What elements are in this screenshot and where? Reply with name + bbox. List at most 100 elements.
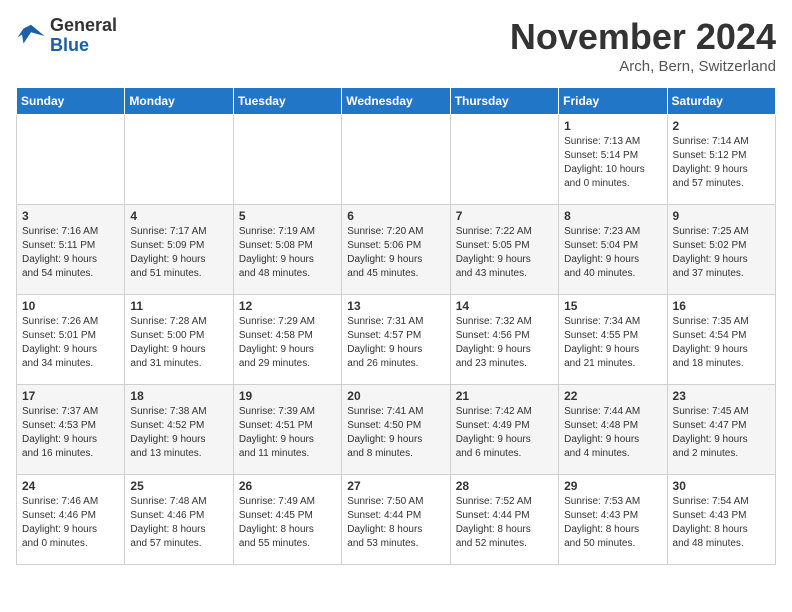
calendar-cell: 22 Sunrise: 7:44 AM Sunset: 4:48 PM Dayli… [559,385,667,475]
page-header: General Blue November 2024 Arch, Bern, S… [16,16,776,75]
weekday-header-thursday: Thursday [450,88,558,115]
calendar-cell: 27 Sunrise: 7:50 AM Sunset: 4:44 PM Dayli… [342,475,450,565]
calendar-cell: 6 Sunrise: 7:20 AM Sunset: 5:06 PM Daylig… [342,205,450,295]
day-number: 27 [347,479,444,493]
day-info: Sunrise: 7:35 AM Sunset: 4:54 PM Dayligh… [673,315,770,371]
day-number: 6 [347,209,444,223]
day-number: 10 [22,299,119,313]
day-number: 14 [456,299,553,313]
day-number: 29 [564,479,661,493]
day-number: 21 [456,389,553,403]
location: Arch, Bern, Switzerland [510,58,776,75]
day-number: 2 [673,119,770,133]
title-block: November 2024 Arch, Bern, Switzerland [510,16,776,75]
calendar-cell: 11 Sunrise: 7:28 AM Sunset: 5:00 PM Dayli… [125,295,233,385]
day-number: 18 [130,389,227,403]
logo: General Blue [16,16,117,56]
day-info: Sunrise: 7:34 AM Sunset: 4:55 PM Dayligh… [564,315,661,371]
day-number: 30 [673,479,770,493]
day-info: Sunrise: 7:52 AM Sunset: 4:44 PM Dayligh… [456,495,553,551]
calendar-cell: 18 Sunrise: 7:38 AM Sunset: 4:52 PM Dayli… [125,385,233,475]
day-info: Sunrise: 7:48 AM Sunset: 4:46 PM Dayligh… [130,495,227,551]
day-info: Sunrise: 7:17 AM Sunset: 5:09 PM Dayligh… [130,225,227,281]
day-info: Sunrise: 7:42 AM Sunset: 4:49 PM Dayligh… [456,405,553,461]
calendar-cell: 26 Sunrise: 7:49 AM Sunset: 4:45 PM Dayli… [233,475,341,565]
calendar-cell: 7Sunrise: 7:22 AM Sunset: 5:05 PM Daylig… [450,205,558,295]
day-info: Sunrise: 7:22 AM Sunset: 5:05 PM Dayligh… [456,225,553,281]
day-info: Sunrise: 7:41 AM Sunset: 4:50 PM Dayligh… [347,405,444,461]
calendar-cell: 2Sunrise: 7:14 AM Sunset: 5:12 PM Daylig… [667,115,775,205]
calendar-cell [17,115,125,205]
calendar-cell: 16 Sunrise: 7:35 AM Sunset: 4:54 PM Dayli… [667,295,775,385]
calendar-cell [450,115,558,205]
calendar-cell: 30 Sunrise: 7:54 AM Sunset: 4:43 PM Dayli… [667,475,775,565]
calendar-cell: 29 Sunrise: 7:53 AM Sunset: 4:43 PM Dayli… [559,475,667,565]
day-info: Sunrise: 7:20 AM Sunset: 5:06 PM Dayligh… [347,225,444,281]
day-info: Sunrise: 7:31 AM Sunset: 4:57 PM Dayligh… [347,315,444,371]
day-number: 26 [239,479,336,493]
day-number: 5 [239,209,336,223]
day-number: 22 [564,389,661,403]
calendar-cell: 12 Sunrise: 7:29 AM Sunset: 4:58 PM Dayli… [233,295,341,385]
weekday-header-wednesday: Wednesday [342,88,450,115]
calendar-cell: 23Sunrise: 7:45 AM Sunset: 4:47 PM Dayli… [667,385,775,475]
weekday-header-tuesday: Tuesday [233,88,341,115]
day-number: 1 [564,119,661,133]
day-number: 12 [239,299,336,313]
day-number: 11 [130,299,227,313]
day-number: 9 [673,209,770,223]
day-info: Sunrise: 7:13 AM Sunset: 5:14 PM Dayligh… [564,135,661,191]
day-info: Sunrise: 7:26 AM Sunset: 5:01 PM Dayligh… [22,315,119,371]
day-info: Sunrise: 7:25 AM Sunset: 5:02 PM Dayligh… [673,225,770,281]
week-row-0: 1 Sunrise: 7:13 AM Sunset: 5:14 PM Daylig… [17,115,776,205]
day-number: 19 [239,389,336,403]
weekday-header-monday: Monday [125,88,233,115]
calendar-cell: 20Sunrise: 7:41 AM Sunset: 4:50 PM Dayli… [342,385,450,475]
week-row-3: 17Sunrise: 7:37 AM Sunset: 4:53 PM Dayli… [17,385,776,475]
day-info: Sunrise: 7:32 AM Sunset: 4:56 PM Dayligh… [456,315,553,371]
day-info: Sunrise: 7:39 AM Sunset: 4:51 PM Dayligh… [239,405,336,461]
day-info: Sunrise: 7:29 AM Sunset: 4:58 PM Dayligh… [239,315,336,371]
day-info: Sunrise: 7:16 AM Sunset: 5:11 PM Dayligh… [22,225,119,281]
calendar-cell: 21 Sunrise: 7:42 AM Sunset: 4:49 PM Dayli… [450,385,558,475]
calendar-cell: 17Sunrise: 7:37 AM Sunset: 4:53 PM Dayli… [17,385,125,475]
day-number: 13 [347,299,444,313]
day-number: 28 [456,479,553,493]
day-info: Sunrise: 7:44 AM Sunset: 4:48 PM Dayligh… [564,405,661,461]
calendar-cell: 10 Sunrise: 7:26 AM Sunset: 5:01 PM Dayli… [17,295,125,385]
calendar-cell: 14 Sunrise: 7:32 AM Sunset: 4:56 PM Dayli… [450,295,558,385]
weekday-header-saturday: Saturday [667,88,775,115]
day-number: 4 [130,209,227,223]
calendar-header: SundayMondayTuesdayWednesdayThursdayFrid… [17,88,776,115]
day-info: Sunrise: 7:28 AM Sunset: 5:00 PM Dayligh… [130,315,227,371]
day-number: 25 [130,479,227,493]
calendar-cell: 8Sunrise: 7:23 AM Sunset: 5:04 PM Daylig… [559,205,667,295]
weekday-header-sunday: Sunday [17,88,125,115]
day-number: 23 [673,389,770,403]
calendar-cell: 24Sunrise: 7:46 AM Sunset: 4:46 PM Dayli… [17,475,125,565]
calendar-body: 1 Sunrise: 7:13 AM Sunset: 5:14 PM Daylig… [17,115,776,565]
day-info: Sunrise: 7:46 AM Sunset: 4:46 PM Dayligh… [22,495,119,551]
calendar-cell: 1 Sunrise: 7:13 AM Sunset: 5:14 PM Daylig… [559,115,667,205]
day-number: 3 [22,209,119,223]
weekday-row: SundayMondayTuesdayWednesdayThursdayFrid… [17,88,776,115]
day-info: Sunrise: 7:50 AM Sunset: 4:44 PM Dayligh… [347,495,444,551]
logo-line1: General [50,16,117,36]
calendar-cell [233,115,341,205]
day-info: Sunrise: 7:54 AM Sunset: 4:43 PM Dayligh… [673,495,770,551]
day-info: Sunrise: 7:49 AM Sunset: 4:45 PM Dayligh… [239,495,336,551]
day-number: 17 [22,389,119,403]
calendar-cell: 19 Sunrise: 7:39 AM Sunset: 4:51 PM Dayli… [233,385,341,475]
day-number: 15 [564,299,661,313]
logo-line2: Blue [50,36,117,56]
day-info: Sunrise: 7:23 AM Sunset: 5:04 PM Dayligh… [564,225,661,281]
logo-icon [16,21,46,51]
day-info: Sunrise: 7:53 AM Sunset: 4:43 PM Dayligh… [564,495,661,551]
week-row-2: 10 Sunrise: 7:26 AM Sunset: 5:01 PM Dayli… [17,295,776,385]
weekday-header-friday: Friday [559,88,667,115]
calendar-cell: 4 Sunrise: 7:17 AM Sunset: 5:09 PM Daylig… [125,205,233,295]
day-number: 16 [673,299,770,313]
calendar-cell: 13 Sunrise: 7:31 AM Sunset: 4:57 PM Dayli… [342,295,450,385]
week-row-1: 3 Sunrise: 7:16 AM Sunset: 5:11 PM Daylig… [17,205,776,295]
day-info: Sunrise: 7:38 AM Sunset: 4:52 PM Dayligh… [130,405,227,461]
